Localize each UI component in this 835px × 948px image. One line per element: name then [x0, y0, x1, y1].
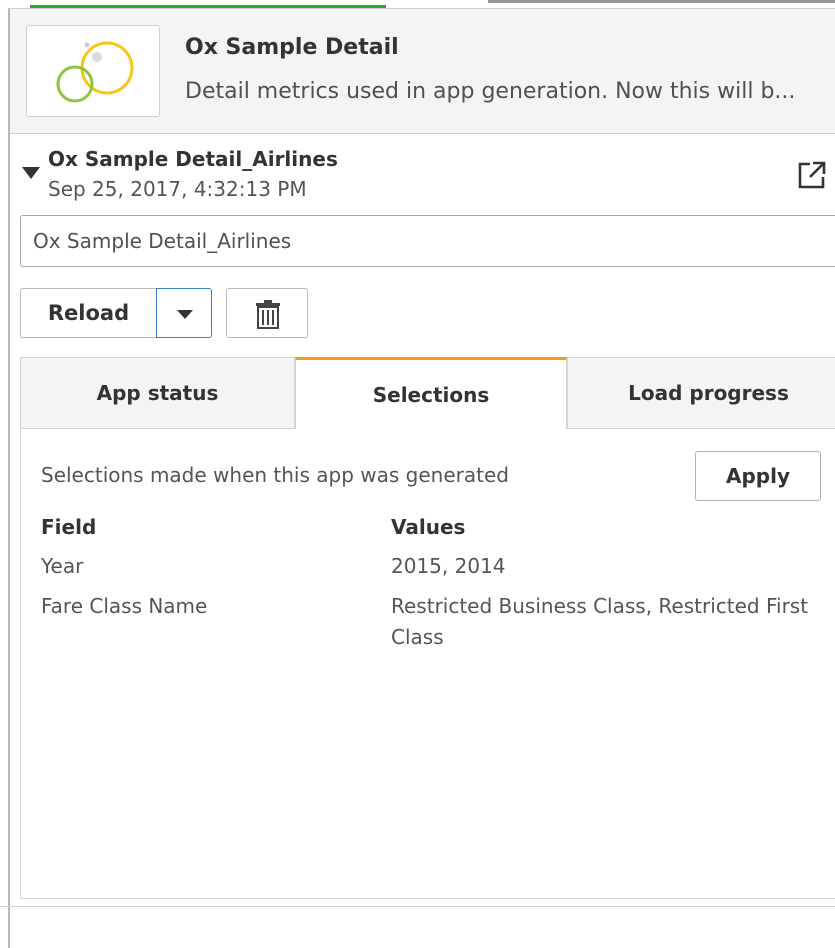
- table-row-values: Restricted Business Class, Restricted Fi…: [391, 594, 809, 649]
- tab-selections[interactable]: Selections: [295, 357, 567, 429]
- generated-app-timestamp: Sep 25, 2017, 4:32:13 PM: [48, 177, 307, 201]
- external-link-icon[interactable]: [796, 159, 828, 191]
- column-header-field: Field: [41, 515, 97, 539]
- reload-dropdown-button[interactable]: [156, 288, 212, 338]
- detail-tabs: App status Selections Load progress: [20, 357, 835, 429]
- app-thumbnail: [26, 25, 160, 117]
- app-title: Ox Sample Detail: [185, 35, 399, 60]
- apply-button[interactable]: Apply: [695, 451, 821, 501]
- circles-logo-icon: [56, 41, 134, 103]
- column-header-values: Values: [391, 515, 466, 539]
- background-text: [488, 0, 835, 3]
- caret-down-icon[interactable]: [22, 167, 40, 179]
- table-row-field: Fare Class Name: [41, 594, 208, 618]
- panel-footer-divider: [0, 906, 835, 907]
- delete-button[interactable]: [226, 288, 308, 338]
- app-name-input[interactable]: [20, 215, 835, 267]
- background-page-strip: [0, 0, 835, 8]
- selections-panel: Selections made when this app was genera…: [20, 429, 835, 899]
- app-description: Detail metrics used in app generation. N…: [185, 79, 796, 104]
- background-link: [30, 0, 386, 8]
- table-row-values: 2015, 2014: [391, 554, 506, 578]
- app-header: Ox Sample Detail Detail metrics used in …: [10, 9, 835, 134]
- generated-app-name: Ox Sample Detail_Airlines: [48, 147, 338, 171]
- reload-button[interactable]: Reload: [20, 288, 156, 338]
- app-detail-panel: Ox Sample Detail Detail metrics used in …: [8, 8, 835, 948]
- tab-load-progress[interactable]: Load progress: [567, 357, 835, 429]
- trash-icon: [256, 300, 280, 329]
- tab-app-status[interactable]: App status: [20, 357, 295, 429]
- table-row-field: Year: [41, 554, 84, 578]
- chevron-down-icon: [177, 310, 193, 319]
- selections-caption: Selections made when this app was genera…: [41, 463, 509, 487]
